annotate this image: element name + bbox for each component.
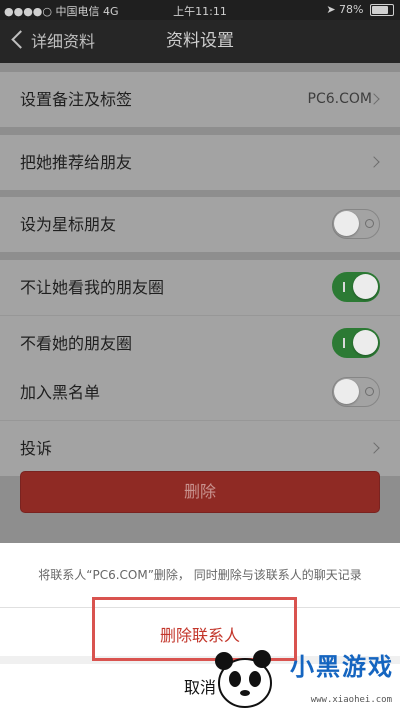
page-title: 资料设置 [166, 31, 234, 51]
location-icon: ➤ [326, 3, 336, 16]
watermark-text: 小黑游戏 [290, 653, 394, 681]
row-report[interactable]: 投诉 [0, 421, 400, 476]
row-value: PC6.COM [307, 91, 372, 107]
row-label: 投诉 [20, 439, 53, 458]
group-recommend: 把她推荐给朋友 [0, 135, 400, 190]
panda-icon [215, 650, 272, 708]
delete-button[interactable]: 删除 [20, 471, 380, 513]
row-hide-her-moments: 不看她的朋友圈 [0, 316, 400, 371]
row-label: 不让她看我的朋友圈 [20, 278, 165, 297]
hide-her-moments-toggle[interactable] [332, 328, 380, 358]
battery-icon [370, 4, 394, 16]
blacklist-toggle[interactable] [332, 377, 380, 407]
group-moments: 不让她看我的朋友圈 不看她的朋友圈 [0, 260, 400, 371]
row-label: 设置备注及标签 [20, 90, 133, 109]
chevron-right-icon [368, 156, 380, 168]
row-hide-my-moments: 不让她看我的朋友圈 [0, 260, 400, 316]
status-bar: ●●●●○ 中国电信 4G 上午11:11 ➤ 78% [0, 0, 400, 20]
row-label: 不看她的朋友圈 [20, 334, 133, 353]
row-label: 加入黑名单 [20, 383, 101, 402]
nav-bar: 详细资料 资料设置 [0, 20, 400, 63]
status-right: ➤ 78% [326, 3, 394, 16]
row-recommend-to-friend[interactable]: 把她推荐给朋友 [0, 135, 400, 190]
watermark-logo: 小黑游戏 www.xiaohei.com [210, 641, 400, 711]
group-blacklist: 加入黑名单 投诉 [0, 365, 400, 476]
chevron-right-icon [368, 442, 380, 454]
row-label: 把她推荐给朋友 [20, 153, 133, 172]
star-friend-toggle[interactable] [332, 209, 380, 239]
row-set-remark[interactable]: 设置备注及标签 PC6.COM [0, 72, 400, 127]
group-star: 设为星标朋友 [0, 197, 400, 252]
group-remark: 设置备注及标签 PC6.COM [0, 72, 400, 127]
row-label: 设为星标朋友 [20, 215, 117, 234]
watermark-url: www.xiaohei.com [310, 695, 392, 705]
row-star-friend: 设为星标朋友 [0, 197, 400, 252]
battery-label: 78% [339, 3, 364, 16]
row-blacklist: 加入黑名单 [0, 365, 400, 421]
settings-list: 设置备注及标签 PC6.COM 把她推荐给朋友 设为星标朋友 不让她看我的朋友圈… [0, 63, 400, 543]
hide-my-moments-toggle[interactable] [332, 272, 380, 302]
